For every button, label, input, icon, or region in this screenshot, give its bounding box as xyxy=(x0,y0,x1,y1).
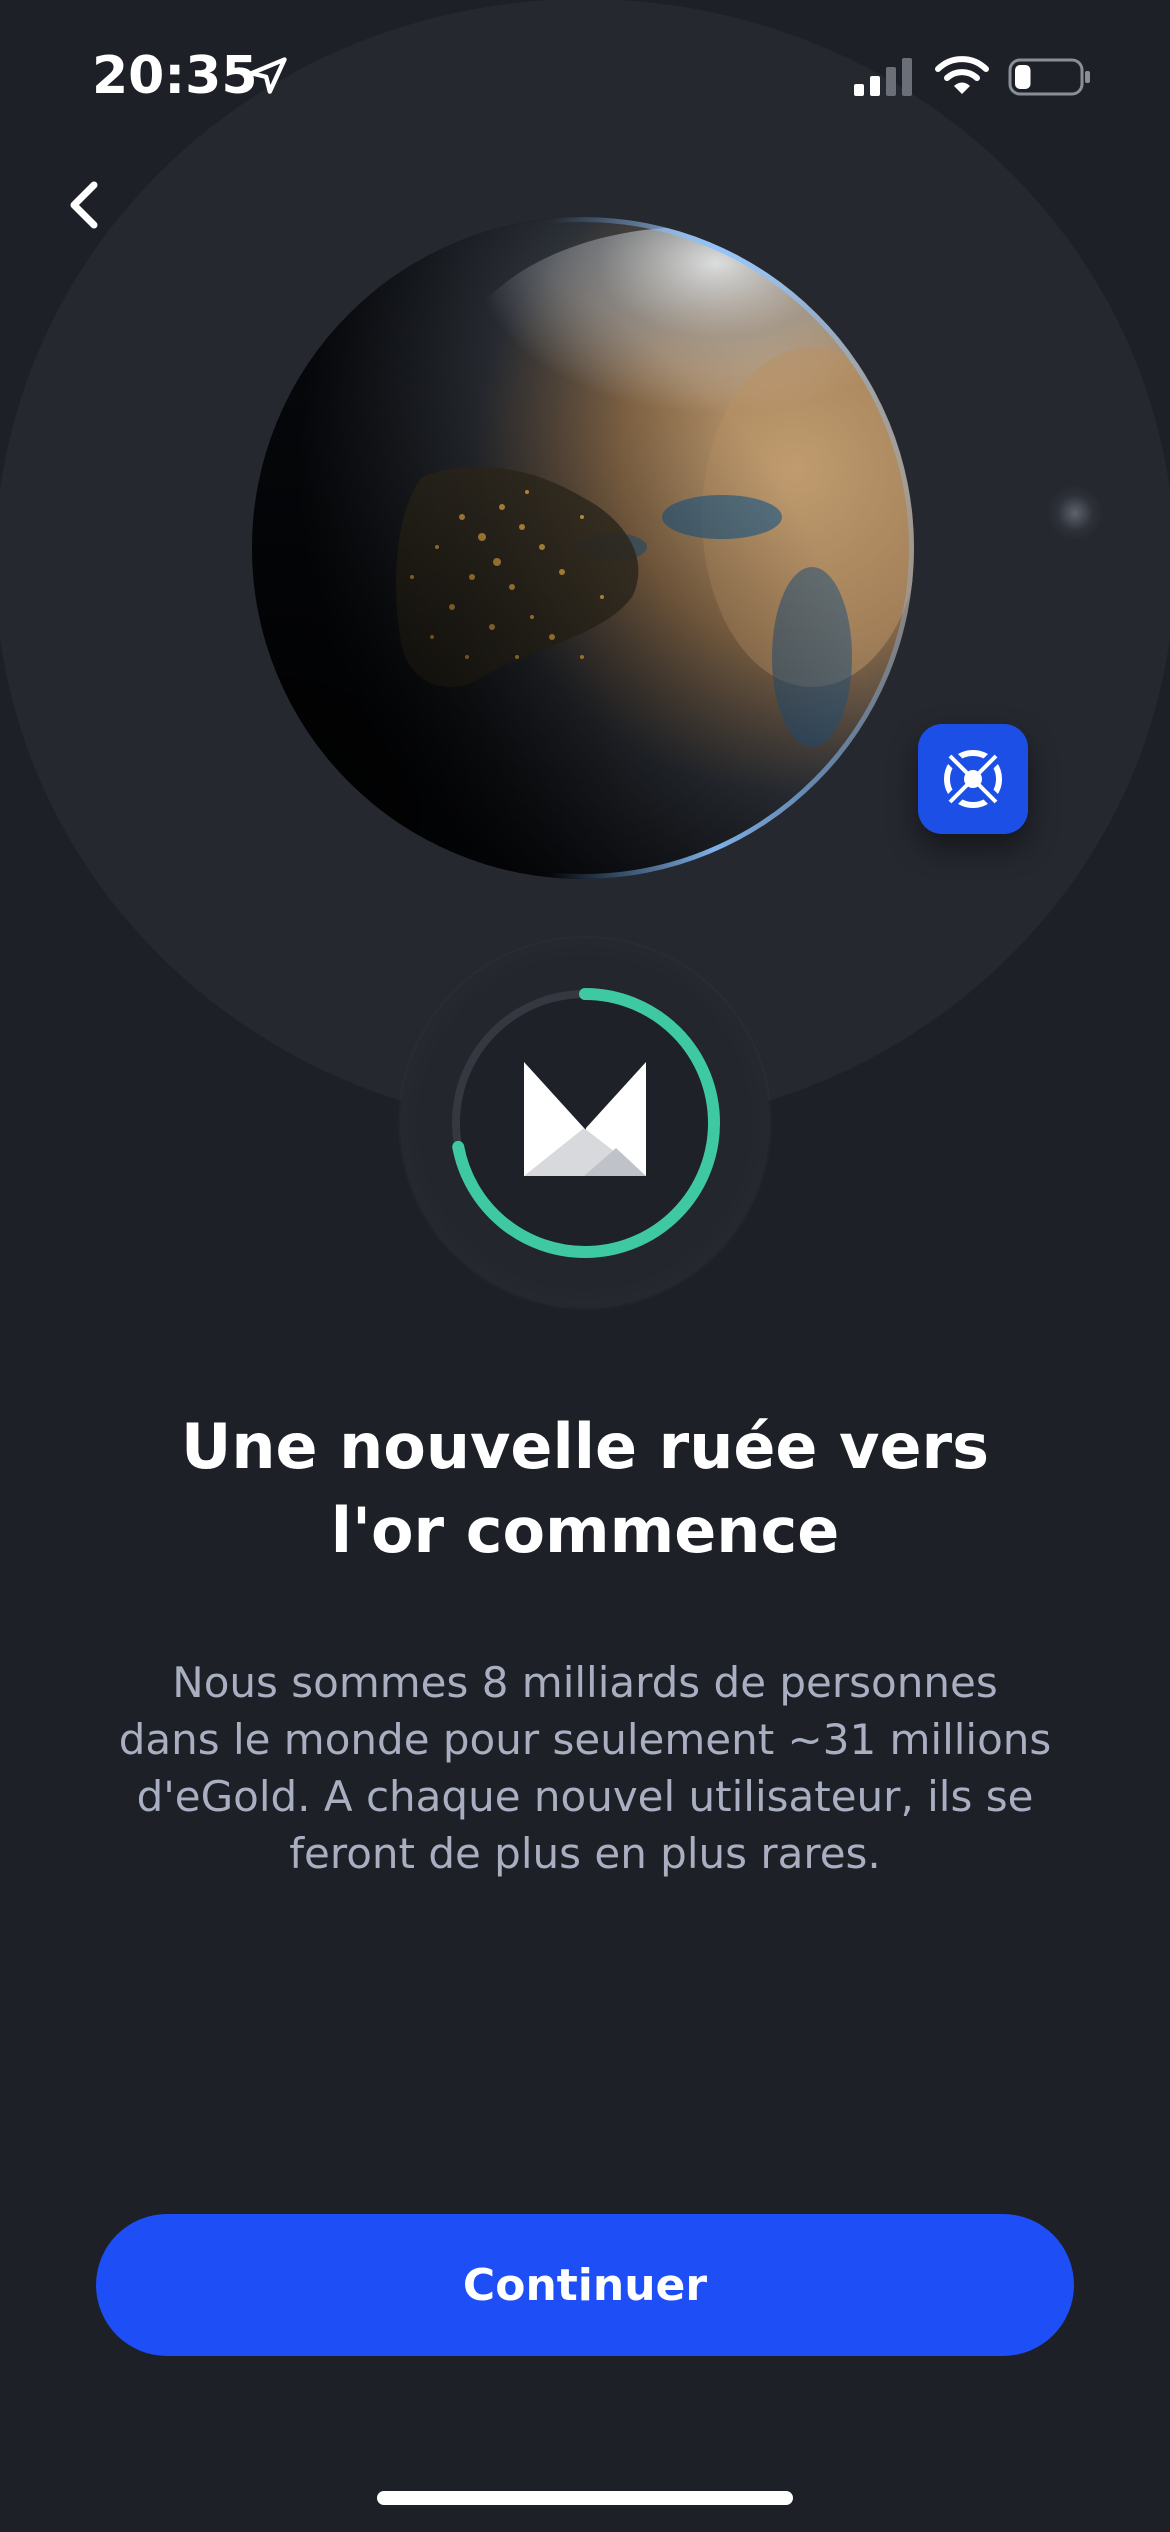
location-arrow-icon xyxy=(249,57,287,94)
title-line-2: l'or commence xyxy=(330,1494,840,1567)
page-title: Une nouvelle ruée vers l'or commence xyxy=(85,1405,1085,1573)
floating-dot xyxy=(1047,485,1103,541)
back-button[interactable] xyxy=(56,172,110,238)
continue-button[interactable]: Continuer xyxy=(96,2214,1074,2356)
cellular-signal-icon xyxy=(854,58,912,96)
description-line-1: Nous sommes 8 milliards de personnes xyxy=(172,1658,998,1707)
egld-token-icon xyxy=(944,750,1002,808)
description-line-2: dans le monde pour seulement ~31 million… xyxy=(118,1715,1052,1764)
description-line-3: d'eGold. A chaque nouvel utilisateur, il… xyxy=(136,1772,1034,1821)
status-time: 20:35 xyxy=(92,46,258,106)
earth-at-night-image xyxy=(252,217,914,879)
egld-token-badge xyxy=(918,724,1028,834)
battery-icon xyxy=(1008,58,1090,96)
chevron-left-icon xyxy=(70,181,98,229)
multiversx-logo-icon xyxy=(524,1062,646,1176)
description-text: Nous sommes 8 milliards de personnes dan… xyxy=(70,1654,1100,1882)
home-indicator[interactable] xyxy=(377,2491,793,2505)
title-line-1: Une nouvelle ruée vers xyxy=(181,1410,989,1483)
description-line-4: feront de plus en plus rares. xyxy=(289,1829,881,1878)
wifi-icon xyxy=(935,56,989,94)
